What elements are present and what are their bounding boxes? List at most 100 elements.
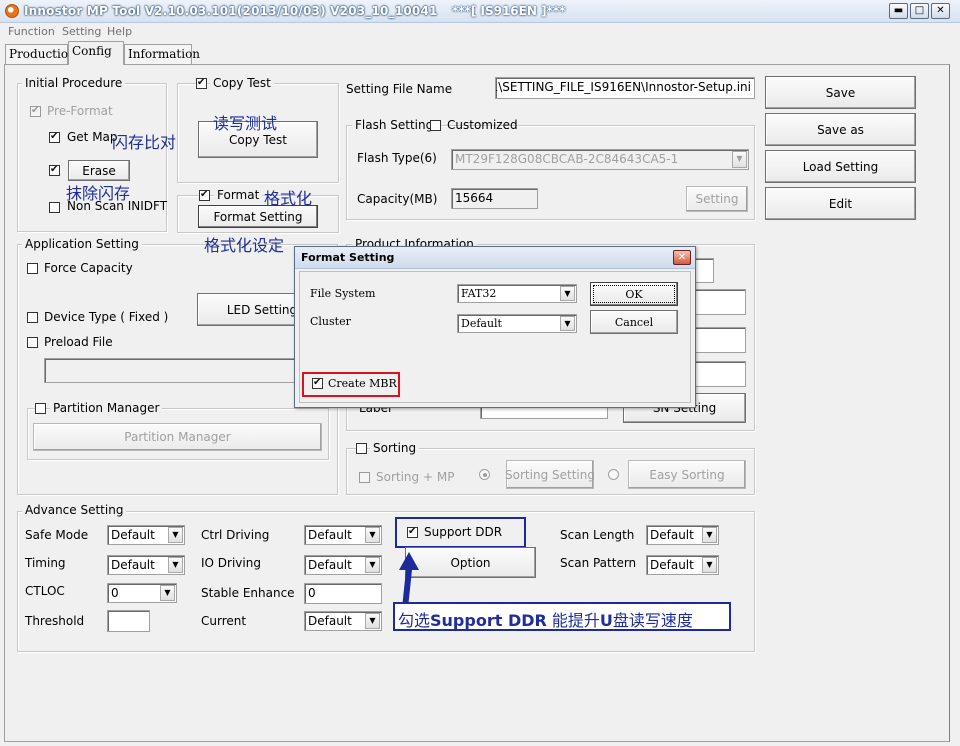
- save-as-button[interactable]: Save as: [765, 113, 916, 146]
- initial-procedure-legend: Initial Procedure: [22, 76, 126, 90]
- cluster-select[interactable]: Default ▼: [457, 314, 577, 333]
- advance-setting-legend: Advance Setting: [22, 503, 127, 517]
- ctloc-value: 0: [111, 586, 119, 600]
- flash-type-select[interactable]: MT29F128G08CBCAB-2C84643CA5-1 ▼: [451, 149, 749, 170]
- sorting-setting-radio[interactable]: [479, 469, 490, 480]
- setting-file-input[interactable]: 01\SETTING_FILE_IS916EN\Innostor-Setup.i…: [495, 77, 755, 99]
- scan-pattern-select[interactable]: Default ▼: [646, 555, 719, 575]
- chevron-down-icon: ▼: [160, 585, 175, 601]
- stable-enhance-label: Stable Enhance: [201, 586, 295, 600]
- minimize-button[interactable]: ▬: [889, 3, 908, 19]
- tab-production[interactable]: Production: [5, 44, 76, 64]
- non-scan-checkbox[interactable]: [49, 202, 60, 213]
- close-button[interactable]: ✕: [931, 3, 950, 19]
- force-capacity-label: Force Capacity: [44, 261, 133, 275]
- ddr-note-part-2: 能提升: [546, 611, 600, 630]
- flash-setting-button[interactable]: Setting: [686, 186, 748, 212]
- partition-manager-button[interactable]: Partition Manager: [33, 423, 322, 451]
- support-ddr-checkbox[interactable]: [407, 525, 418, 539]
- dialog-title: Format Setting: [301, 251, 395, 264]
- annotation-format-setting: 格式化设定: [204, 236, 285, 255]
- annotation-copy-test: 读写测试: [213, 114, 278, 133]
- copy-test-checkbox[interactable]: [196, 76, 207, 90]
- partition-manager-label: Partition Manager: [50, 401, 163, 415]
- edit-button[interactable]: Edit: [765, 187, 916, 220]
- product-info-input-3[interactable]: [694, 327, 746, 353]
- sorting-mp-checkbox[interactable]: [359, 472, 370, 483]
- load-setting-button[interactable]: Load Setting: [765, 150, 916, 183]
- flash-type-value: MT29F128G08CBCAB-2C84643CA5-1: [455, 152, 679, 166]
- dialog-title-bar[interactable]: Format Setting ✕: [295, 247, 695, 269]
- ctloc-select[interactable]: 0 ▼: [107, 583, 177, 603]
- dialog-close-button[interactable]: ✕: [673, 250, 691, 265]
- maximize-button[interactable]: □: [910, 3, 929, 19]
- ok-button[interactable]: OK: [590, 282, 678, 306]
- chevron-down-icon: ▼: [732, 151, 747, 168]
- ddr-note-part-3: 盘读写速度: [612, 611, 693, 630]
- current-select[interactable]: Default ▼: [304, 611, 382, 631]
- save-button[interactable]: Save: [765, 76, 916, 109]
- easy-sorting-radio[interactable]: [608, 469, 619, 480]
- customized-checkbox[interactable]: [430, 120, 441, 131]
- force-capacity-checkbox[interactable]: [27, 263, 38, 274]
- safe-mode-select[interactable]: Default ▼: [107, 525, 185, 545]
- threshold-input[interactable]: [107, 610, 150, 632]
- format-checkbox[interactable]: [199, 188, 210, 202]
- chevron-down-icon: ▼: [560, 316, 575, 331]
- cancel-button[interactable]: Cancel: [590, 310, 678, 334]
- device-type-checkbox[interactable]: [27, 312, 38, 323]
- product-info-input-4[interactable]: [694, 361, 746, 387]
- partition-manager-checkbox[interactable]: [35, 403, 46, 414]
- title-bar[interactable]: Innostor MP Tool V2.10.03.101(2013/10/03…: [0, 0, 960, 23]
- close-icon: ✕: [936, 5, 945, 16]
- pre-format-label: Pre-Format: [47, 104, 113, 118]
- app-logo-icon: [5, 4, 19, 18]
- ddr-note-box: 勾选Support DDR 能提升U盘读写速度: [393, 602, 731, 631]
- pre-format-checkbox[interactable]: [30, 104, 41, 118]
- easy-sorting-button[interactable]: Easy Sorting: [628, 460, 746, 489]
- product-info-input-1[interactable]: [694, 258, 714, 283]
- capacity-input[interactable]: 15664: [451, 188, 538, 209]
- minimize-icon: ▬: [893, 5, 904, 16]
- tab-information[interactable]: Information: [124, 44, 200, 64]
- menu-function[interactable]: Function: [8, 25, 55, 38]
- chevron-down-icon: ▼: [365, 557, 380, 573]
- stable-enhance-input[interactable]: 0: [304, 583, 382, 604]
- io-driving-value: Default: [308, 558, 352, 572]
- copy-test-label: Copy Test: [210, 76, 274, 90]
- product-info-input-2[interactable]: [694, 289, 746, 315]
- menu-setting[interactable]: Setting: [62, 25, 101, 38]
- io-driving-select[interactable]: Default ▼: [304, 555, 382, 575]
- ctloc-label: CTLOC: [25, 584, 65, 598]
- scan-length-select[interactable]: Default ▼: [646, 525, 719, 545]
- menu-help[interactable]: Help: [107, 25, 132, 38]
- menu-bar: Function Setting Help: [0, 23, 960, 41]
- safe-mode-label: Safe Mode: [25, 528, 89, 542]
- sorting-setting-button[interactable]: Sorting Setting: [505, 460, 595, 489]
- create-mbr-checkbox[interactable]: [312, 376, 323, 390]
- ctrl-driving-select[interactable]: Default ▼: [304, 525, 382, 545]
- file-system-label: File System: [310, 287, 376, 300]
- preload-file-checkbox[interactable]: [27, 337, 38, 348]
- chevron-down-icon: ▼: [168, 557, 183, 573]
- window-device-label: ***[ IS916EN ]***: [452, 4, 566, 18]
- timing-label: Timing: [25, 556, 66, 570]
- timing-select[interactable]: Default ▼: [107, 555, 185, 575]
- ctrl-driving-value: Default: [308, 528, 352, 542]
- preload-file-input[interactable]: [44, 358, 327, 383]
- flash-type-label: Flash Type(6): [357, 151, 437, 165]
- sorting-checkbox[interactable]: [356, 443, 367, 454]
- option-button[interactable]: Option: [405, 547, 536, 578]
- erase-checkbox[interactable]: [49, 163, 60, 177]
- get-map-checkbox[interactable]: [49, 130, 60, 144]
- current-label: Current: [201, 614, 247, 628]
- application-setting-legend: Application Setting: [22, 237, 142, 251]
- customized-label: Customized: [447, 118, 518, 132]
- tab-config[interactable]: Config: [68, 41, 124, 65]
- chevron-down-icon: ▼: [168, 527, 183, 543]
- ddr-note-u: U: [599, 611, 613, 630]
- threshold-label: Threshold: [25, 614, 85, 628]
- device-type-label: Device Type ( Fixed ): [44, 310, 169, 324]
- erase-button[interactable]: Erase: [68, 160, 130, 181]
- file-system-select[interactable]: FAT32 ▼: [457, 284, 577, 303]
